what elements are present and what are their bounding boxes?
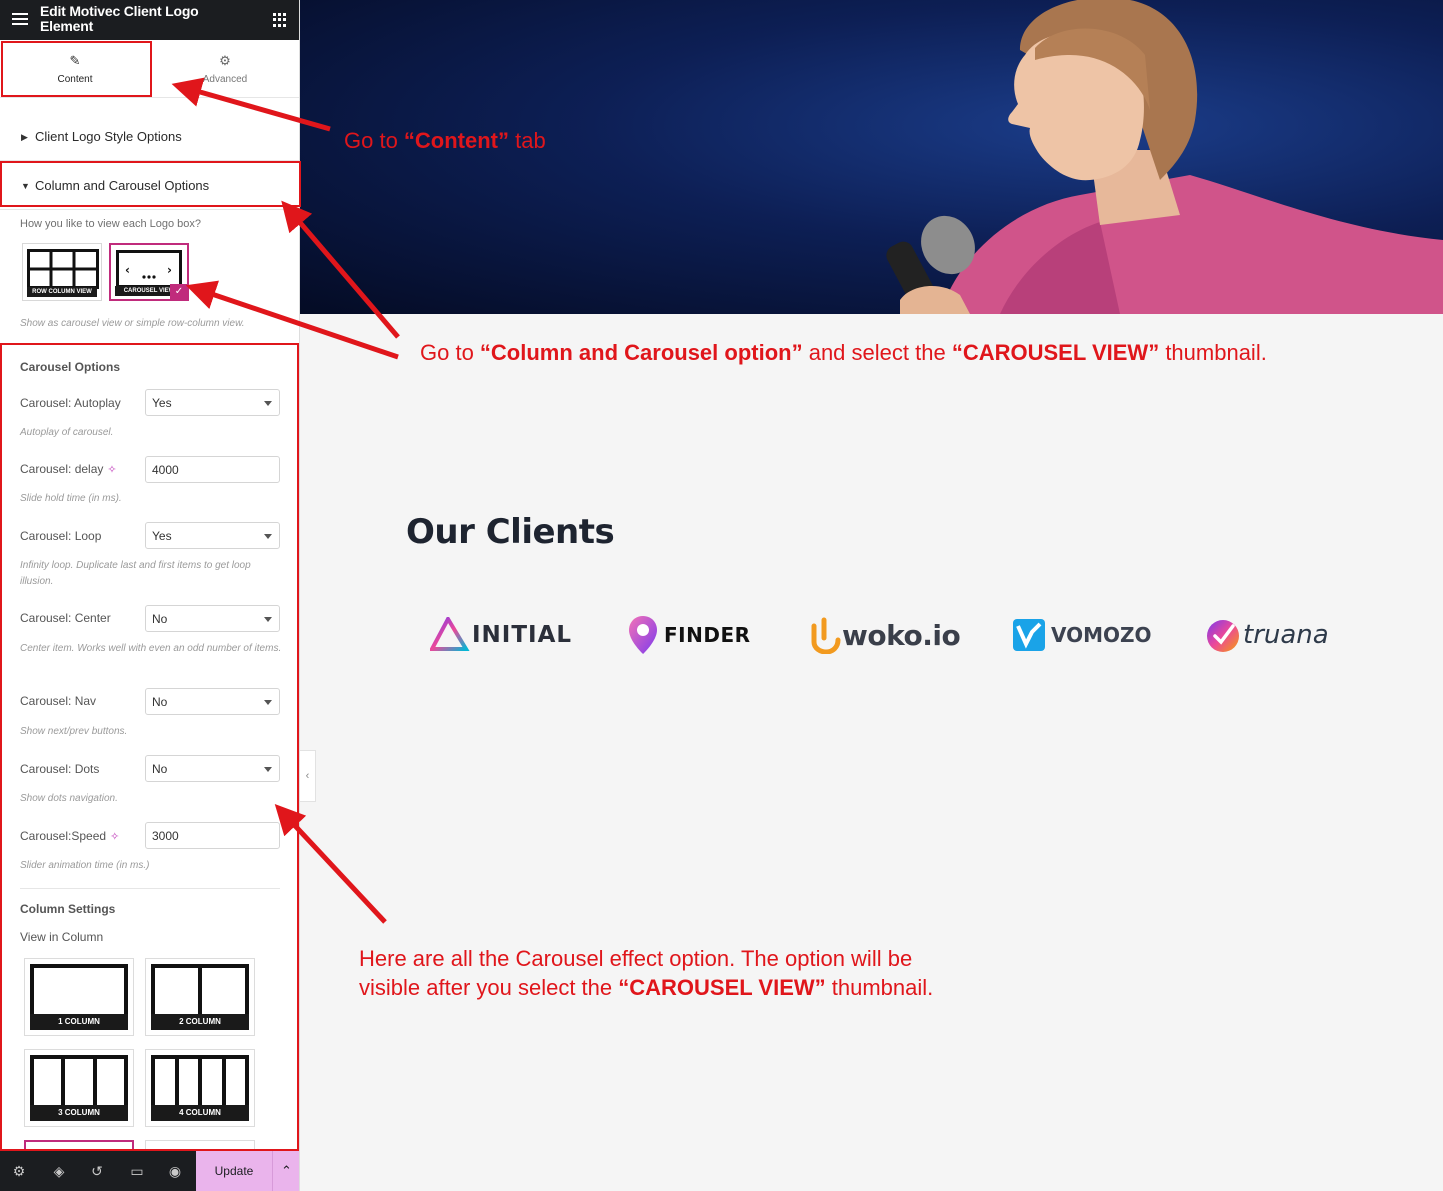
tab-advanced[interactable]: ⚙ Advanced <box>150 40 299 98</box>
svg-text:‹: ‹ <box>125 263 130 277</box>
vomozo-logo-icon <box>1013 619 1045 651</box>
tab-advanced-label: Advanced <box>202 74 248 85</box>
logo-name: truana <box>1243 620 1329 650</box>
speaker-photo <box>886 0 1443 314</box>
preview-eye-icon[interactable]: ◉ <box>166 1162 184 1180</box>
settings-icon[interactable]: ⚙ <box>10 1162 28 1180</box>
gear-icon: ⚙ <box>219 53 231 68</box>
annotation-column-carousel: Go to “Column and Carousel option” and s… <box>420 340 1267 365</box>
client-logo-finder[interactable]: FINDER <box>628 610 751 660</box>
section-label: Client Logo Style Options <box>35 129 182 144</box>
annotation-box-carousel-options <box>0 343 299 1151</box>
update-button[interactable]: Update <box>196 1151 272 1191</box>
svg-text:›: › <box>167 263 172 277</box>
editor-title: Edit Motivec Client Logo Element <box>40 3 199 34</box>
client-logo-vomozo[interactable]: VOMOZO <box>1012 610 1152 660</box>
annotation-box-column-carousel <box>0 161 301 207</box>
selected-check-icon: ✓ <box>170 284 188 300</box>
caret-right-icon: ▶ <box>21 132 28 142</box>
truana-logo-icon <box>1207 620 1239 652</box>
initial-logo-icon <box>430 617 470 651</box>
view-hint: Show as carousel view or simple row-colu… <box>20 318 245 329</box>
history-icon[interactable]: ↺ <box>88 1162 106 1180</box>
logo-name: INITIAL <box>472 622 573 648</box>
hero-image <box>300 0 1443 314</box>
section-client-logo-style[interactable]: ▶ Client Logo Style Options <box>0 113 299 161</box>
thumb-caption: ROW COLUMN VIEW <box>27 287 97 297</box>
carousel-layout-icon: ‹ › <box>116 250 182 288</box>
client-logo-woko[interactable]: woko.io <box>808 610 961 660</box>
editor-footer: ⚙ ◈ ↺ ▭ ◉ Update ⌃ <box>0 1151 299 1191</box>
logo-name: woko.io <box>842 618 961 652</box>
grid-layout-icon <box>27 249 99 289</box>
chevron-up-icon[interactable]: ⌃ <box>272 1151 299 1191</box>
woko-logo-icon <box>811 617 841 654</box>
editor-header: Edit Motivec Client Logo Element <box>0 0 299 40</box>
finder-pin-icon <box>629 616 657 654</box>
client-logo-truana[interactable]: truana <box>1205 610 1329 660</box>
row-column-view-thumb[interactable]: ROW COLUMN VIEW <box>22 243 102 301</box>
client-logo-initial[interactable]: INITIAL <box>430 610 572 660</box>
widgets-grid-icon[interactable] <box>273 13 287 27</box>
carousel-view-thumb[interactable]: ‹ › CAROUSEL VIEW ✓ <box>109 243 189 301</box>
annotation-content-tab: Go to “Content” tab <box>344 128 546 153</box>
responsive-icon[interactable]: ▭ <box>128 1162 146 1180</box>
annotation-carousel-options: Here are all the Carousel effect option.… <box>359 946 934 1000</box>
annotation-box-content-tab <box>1 41 152 97</box>
logo-name: FINDER <box>664 623 751 647</box>
arrow-to-carousel-options <box>274 804 387 924</box>
logo-name: VOMOZO <box>1051 623 1152 647</box>
layers-icon[interactable]: ◈ <box>50 1162 68 1180</box>
collapse-panel-chevron-icon[interactable]: ‹ <box>300 750 316 802</box>
clients-heading: Our Clients <box>406 512 615 552</box>
view-question: How you like to view each Logo box? <box>20 218 201 230</box>
hamburger-menu-icon[interactable] <box>12 13 28 25</box>
